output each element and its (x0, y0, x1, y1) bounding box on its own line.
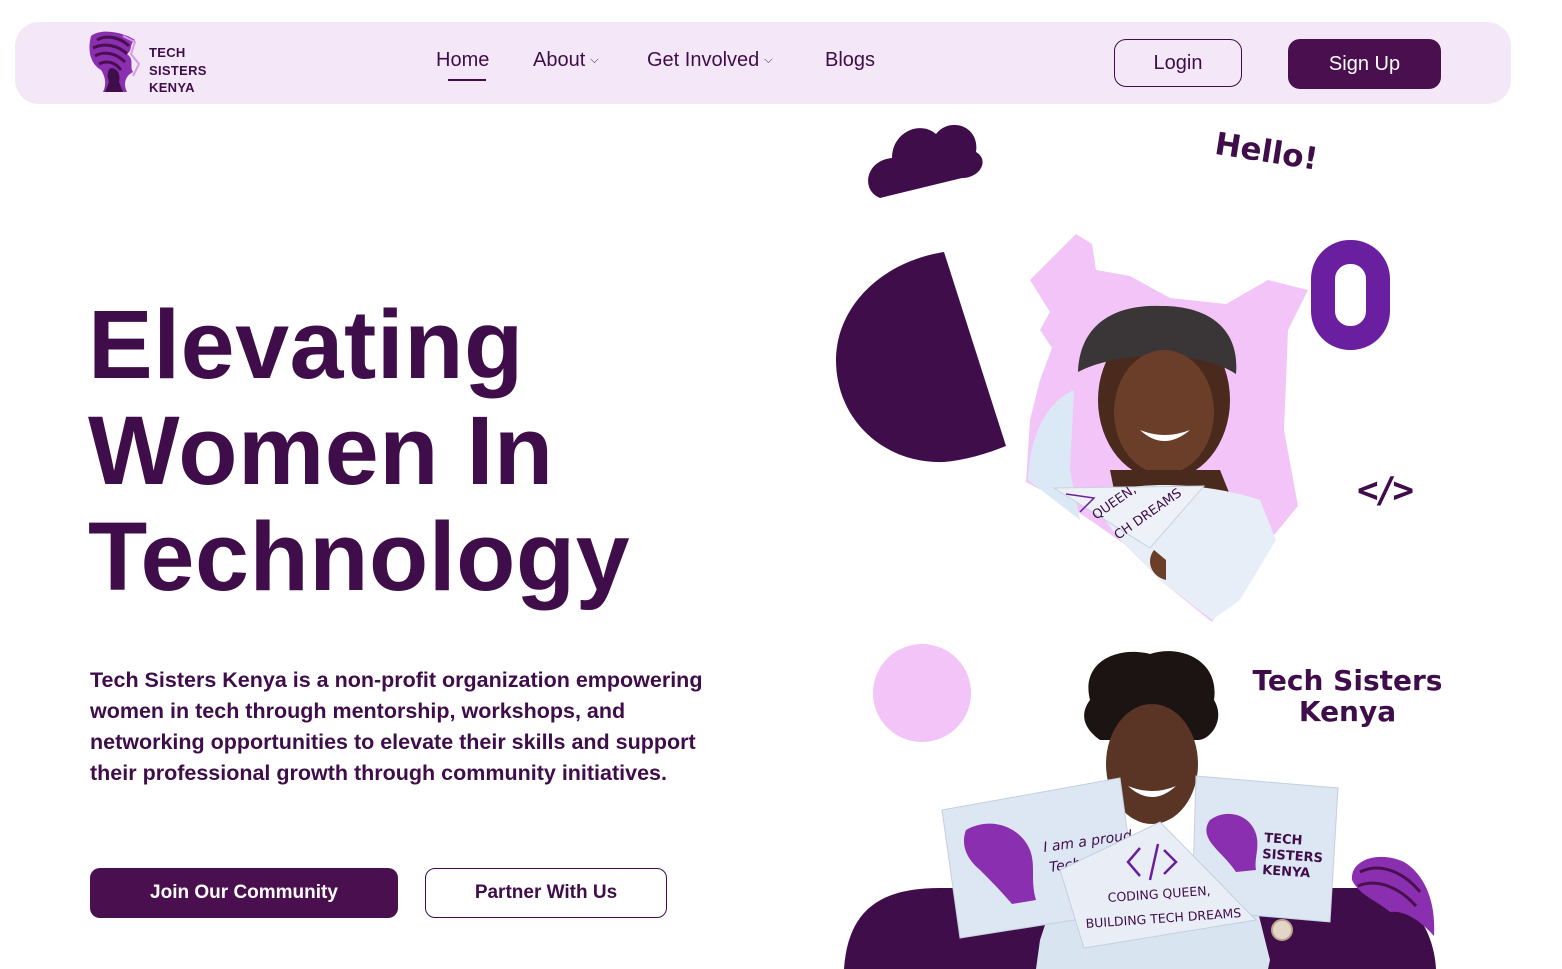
pink-circle-shape (873, 644, 971, 742)
side-brand-line: Kenya (1298, 695, 1397, 728)
side-brand-line: Tech Sisters (1252, 664, 1443, 697)
code-brackets-icon: </> (1357, 470, 1414, 511)
sign-text: TECH (1264, 831, 1303, 849)
hero-illustration: QUEEN, CH DREAMS I am a proud Tech Siste… (836, 124, 1436, 969)
violet-letter-o-shape (1311, 240, 1390, 350)
half-circle-shape (836, 252, 1006, 463)
cloud-shape (868, 124, 983, 198)
side-brand-text: Tech Sisters Kenya (1250, 665, 1445, 727)
